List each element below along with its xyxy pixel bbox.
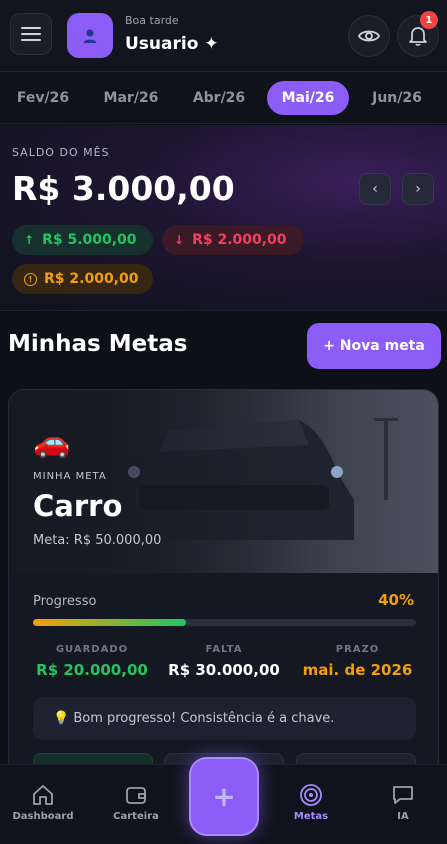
- tab-mai-26[interactable]: Mai/26: [267, 81, 349, 115]
- balance-value: R$ 3.000,00: [12, 169, 235, 208]
- nav-carteira[interactable]: Carteira: [104, 783, 168, 822]
- remaining-value: R$ 30.000,00: [168, 661, 280, 679]
- nav-metas[interactable]: Metas: [281, 783, 341, 822]
- add-transaction-button[interactable]: +: [189, 757, 259, 836]
- income-pill: ↑ R$ 5.000,00: [12, 225, 153, 255]
- app-header: Boa tarde Usuario ✦ 1: [0, 0, 447, 72]
- eye-icon: [358, 30, 380, 42]
- chevron-left-icon: ‹: [372, 181, 378, 197]
- nav-ia-label: IA: [397, 811, 409, 822]
- notification-badge: 1: [420, 11, 438, 29]
- goal-card[interactable]: 🚗 MINHA META Carro Meta: R$ 50.000,00 Pr…: [8, 389, 439, 809]
- alert-circle-icon: !: [24, 272, 37, 286]
- tab-jun-26[interactable]: Jun/26: [362, 81, 432, 115]
- new-goal-button[interactable]: + Nova meta: [307, 323, 441, 369]
- nav-dashboard[interactable]: Dashboard: [10, 783, 76, 822]
- plus-icon: +: [212, 780, 236, 813]
- deadline-value: mai. de 2026: [302, 661, 413, 679]
- progress-bar: [33, 619, 416, 626]
- deadline-label: PRAZO: [335, 644, 380, 655]
- goals-section-title: Minhas Metas: [8, 331, 188, 357]
- saved-value: R$ 20.000,00: [36, 661, 148, 679]
- expense-pill: ↓ R$ 2.000,00: [162, 225, 304, 255]
- nav-metas-label: Metas: [293, 811, 329, 822]
- home-icon: [33, 785, 53, 805]
- chevron-right-icon: ›: [415, 181, 421, 197]
- progress-label: Progresso: [33, 594, 97, 609]
- greeting-text: Boa tarde: [125, 14, 179, 27]
- goal-kicker: MINHA META: [33, 471, 107, 482]
- toggle-visibility-button[interactable]: [348, 15, 390, 57]
- menu-button[interactable]: [10, 13, 52, 55]
- tab-abr-26[interactable]: Abr/26: [184, 81, 254, 115]
- avatar[interactable]: [67, 13, 113, 58]
- deadline-stat: PRAZO mai. de 2026: [299, 644, 416, 679]
- goal-name: Carro: [33, 489, 123, 523]
- goal-tip: 💡 Bom progresso! Consistência é a chave.: [33, 697, 416, 740]
- next-month-button[interactable]: ›: [402, 173, 434, 205]
- expense-value: R$ 2.000,00: [192, 232, 287, 248]
- tab-mar-26[interactable]: Mar/26: [96, 81, 166, 115]
- saved-stat: GUARDADO R$ 20.000,00: [33, 644, 151, 679]
- progress-fill: [33, 619, 187, 626]
- wallet-icon: [126, 787, 146, 804]
- user-icon: [83, 29, 97, 43]
- remaining-label: FALTA: [205, 644, 243, 655]
- car-icon: 🚗: [33, 425, 71, 460]
- goal-target: Meta: R$ 50.000,00: [33, 533, 162, 548]
- nav-dashboard-label: Dashboard: [12, 811, 74, 822]
- progress-percent: 40%: [378, 591, 414, 609]
- remaining-stat: FALTA R$ 30.000,00: [164, 644, 284, 679]
- nav-carteira-label: Carteira: [113, 811, 159, 822]
- balance-panel: SALDO DO MÊS R$ 3.000,00 ‹ › ↑ R$ 5.000,…: [0, 125, 447, 311]
- username: Usuario ✦: [125, 34, 219, 54]
- prev-month-button[interactable]: ‹: [359, 173, 391, 205]
- month-selector: Fev/26 Mar/26 Abr/26 Mai/26 Jun/26: [0, 72, 447, 124]
- chat-icon: [393, 786, 413, 804]
- bell-icon: [409, 27, 427, 46]
- target-icon: [300, 784, 322, 806]
- nav-ia[interactable]: IA: [380, 783, 426, 822]
- saved-label: GUARDADO: [55, 644, 129, 655]
- arrow-down-icon: ↓: [174, 233, 185, 247]
- balance-label: SALDO DO MÊS: [12, 146, 110, 159]
- pending-pill: ! R$ 2.000,00: [12, 264, 153, 294]
- arrow-up-icon: ↑: [24, 233, 35, 247]
- tab-fev-26[interactable]: Fev/26: [8, 81, 78, 115]
- menu-icon: [21, 27, 41, 41]
- income-value: R$ 5.000,00: [42, 232, 137, 248]
- pending-value: R$ 2.000,00: [44, 271, 139, 287]
